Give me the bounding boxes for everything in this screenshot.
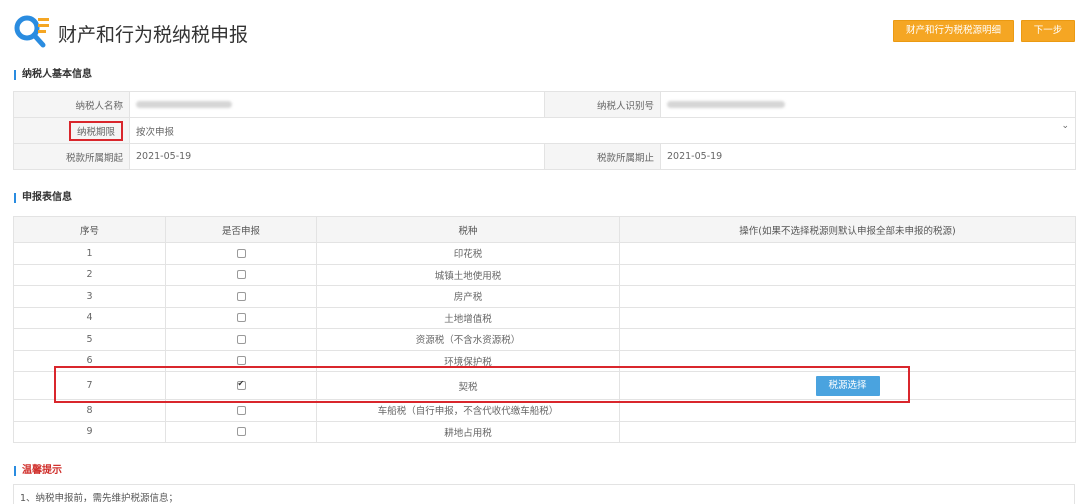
table-row-selected: 7 契税 税源选择 [13, 371, 1076, 400]
taxpayer-info-form: 纳税人名称 纳税人识别号 纳税期限 按次申报 ⌄ 税款所属期起 2021-05-… [13, 91, 1076, 170]
period-start-value: 2021-05-19 [129, 143, 545, 170]
tax-type-name: 契税 [316, 371, 620, 400]
tax-type-name: 资源税（不含水资源税） [316, 328, 620, 351]
declare-checkbox[interactable] [236, 248, 246, 258]
declare-checkbox[interactable] [236, 405, 246, 415]
page-title: 财产和行为税纳税申报 [58, 24, 249, 46]
row-number: 2 [13, 263, 166, 286]
redacted-taxpayer-name [136, 101, 232, 108]
taxpayer-name-label: 纳税人名称 [13, 91, 130, 118]
row-number: 3 [13, 285, 166, 308]
declare-checkbox[interactable] [236, 334, 246, 344]
tax-type-name: 土地增值税 [316, 306, 620, 329]
tax-period-selected-value: 按次申报 [136, 126, 175, 138]
period-end-value: 2021-05-19 [660, 143, 1076, 170]
row-number: 8 [13, 399, 166, 422]
tax-period-label: 纳税期限 [68, 120, 123, 141]
declare-checkbox[interactable] [236, 270, 246, 280]
row-number: 9 [13, 420, 166, 443]
tax-type-name: 耕地占用税 [316, 420, 620, 443]
search-document-icon [14, 15, 49, 48]
taxpayer-id-label: 纳税人识别号 [544, 91, 661, 118]
declare-checkbox[interactable] [236, 313, 246, 323]
chevron-down-icon[interactable]: ⌄ [1061, 121, 1069, 131]
column-header-tax-type: 税种 [316, 216, 620, 243]
tips-section-title: 温馨提示 [14, 466, 62, 476]
tax-type-name: 环境保护税 [316, 349, 620, 372]
tax-period-select[interactable]: 按次申报 ⌄ [129, 117, 1076, 144]
row-number: 5 [13, 328, 166, 351]
period-start-label: 税款所属期起 [13, 143, 130, 170]
tax-source-detail-button[interactable]: 财产和行为税税源明细 [893, 20, 1014, 42]
table-row: 3 房产税 [13, 285, 1076, 308]
tips-box: 1、纳税申报前，需先维护税源信息； [13, 484, 1075, 504]
tax-type-name: 印花税 [316, 242, 620, 265]
row-action-cell [619, 263, 1076, 286]
row-number: 4 [13, 306, 166, 329]
tax-type-name: 车船税（自行申报，不含代收代缴车船税） [316, 399, 620, 422]
table-row: 6 环境保护税 [13, 349, 1076, 372]
column-header-action: 操作(如果不选择税源则默认申报全部未申报的税源) [619, 216, 1076, 243]
table-row: 2 城镇土地使用税 [13, 263, 1076, 286]
next-step-button[interactable]: 下一步 [1021, 20, 1075, 42]
tax-type-name: 城镇土地使用税 [316, 263, 620, 286]
table-row: 1 印花税 [13, 242, 1076, 265]
row-action-cell [619, 328, 1076, 351]
row-action-cell [619, 285, 1076, 308]
row-action-cell [619, 399, 1076, 422]
basic-info-section-title: 纳税人基本信息 [14, 70, 92, 80]
declare-checkbox[interactable] [236, 427, 246, 437]
declaration-section-title: 申报表信息 [14, 193, 72, 203]
row-action-cell [619, 306, 1076, 329]
taxpayer-name-value [129, 91, 545, 118]
period-end-label: 税款所属期止 [544, 143, 661, 170]
row-number: 7 [13, 371, 166, 400]
table-row: 4 土地增值税 [13, 306, 1076, 329]
tax-type-name: 房产税 [316, 285, 620, 308]
select-tax-source-button[interactable]: 税源选择 [815, 375, 880, 396]
row-action-cell [619, 420, 1076, 443]
tip-line: 1、纳税申报前，需先维护税源信息； [20, 493, 179, 504]
table-row: 9 耕地占用税 [13, 420, 1076, 443]
column-header-declare: 是否申报 [165, 216, 317, 243]
redacted-taxpayer-id [667, 101, 785, 108]
row-number: 6 [13, 349, 166, 372]
declare-checkbox-checked[interactable] [236, 379, 246, 390]
table-row: 8 车船税（自行申报，不含代收代缴车船税） [13, 399, 1076, 422]
row-action-cell: 税源选择 [619, 371, 1076, 400]
page-header: 财产和行为税纳税申报 财产和行为税税源明细 下一步 [0, 0, 1080, 60]
declaration-table: 序号 是否申报 税种 操作(如果不选择税源则默认申报全部未申报的税源) 1 印花… [13, 216, 1076, 443]
table-row: 5 资源税（不含水资源税） [13, 328, 1076, 351]
taxpayer-name-row: 纳税人名称 纳税人识别号 [13, 91, 1076, 118]
row-action-cell [619, 242, 1076, 265]
declare-checkbox[interactable] [236, 356, 246, 366]
row-action-cell [619, 349, 1076, 372]
column-header-no: 序号 [13, 216, 166, 243]
declare-checkbox[interactable] [236, 291, 246, 301]
tax-period-row: 纳税期限 按次申报 ⌄ [13, 117, 1076, 144]
declaration-header-row: 序号 是否申报 税种 操作(如果不选择税源则默认申报全部未申报的税源) [13, 216, 1076, 243]
tax-date-row: 税款所属期起 2021-05-19 税款所属期止 2021-05-19 [13, 143, 1076, 170]
taxpayer-id-value [660, 91, 1076, 118]
row-number: 1 [13, 242, 166, 265]
